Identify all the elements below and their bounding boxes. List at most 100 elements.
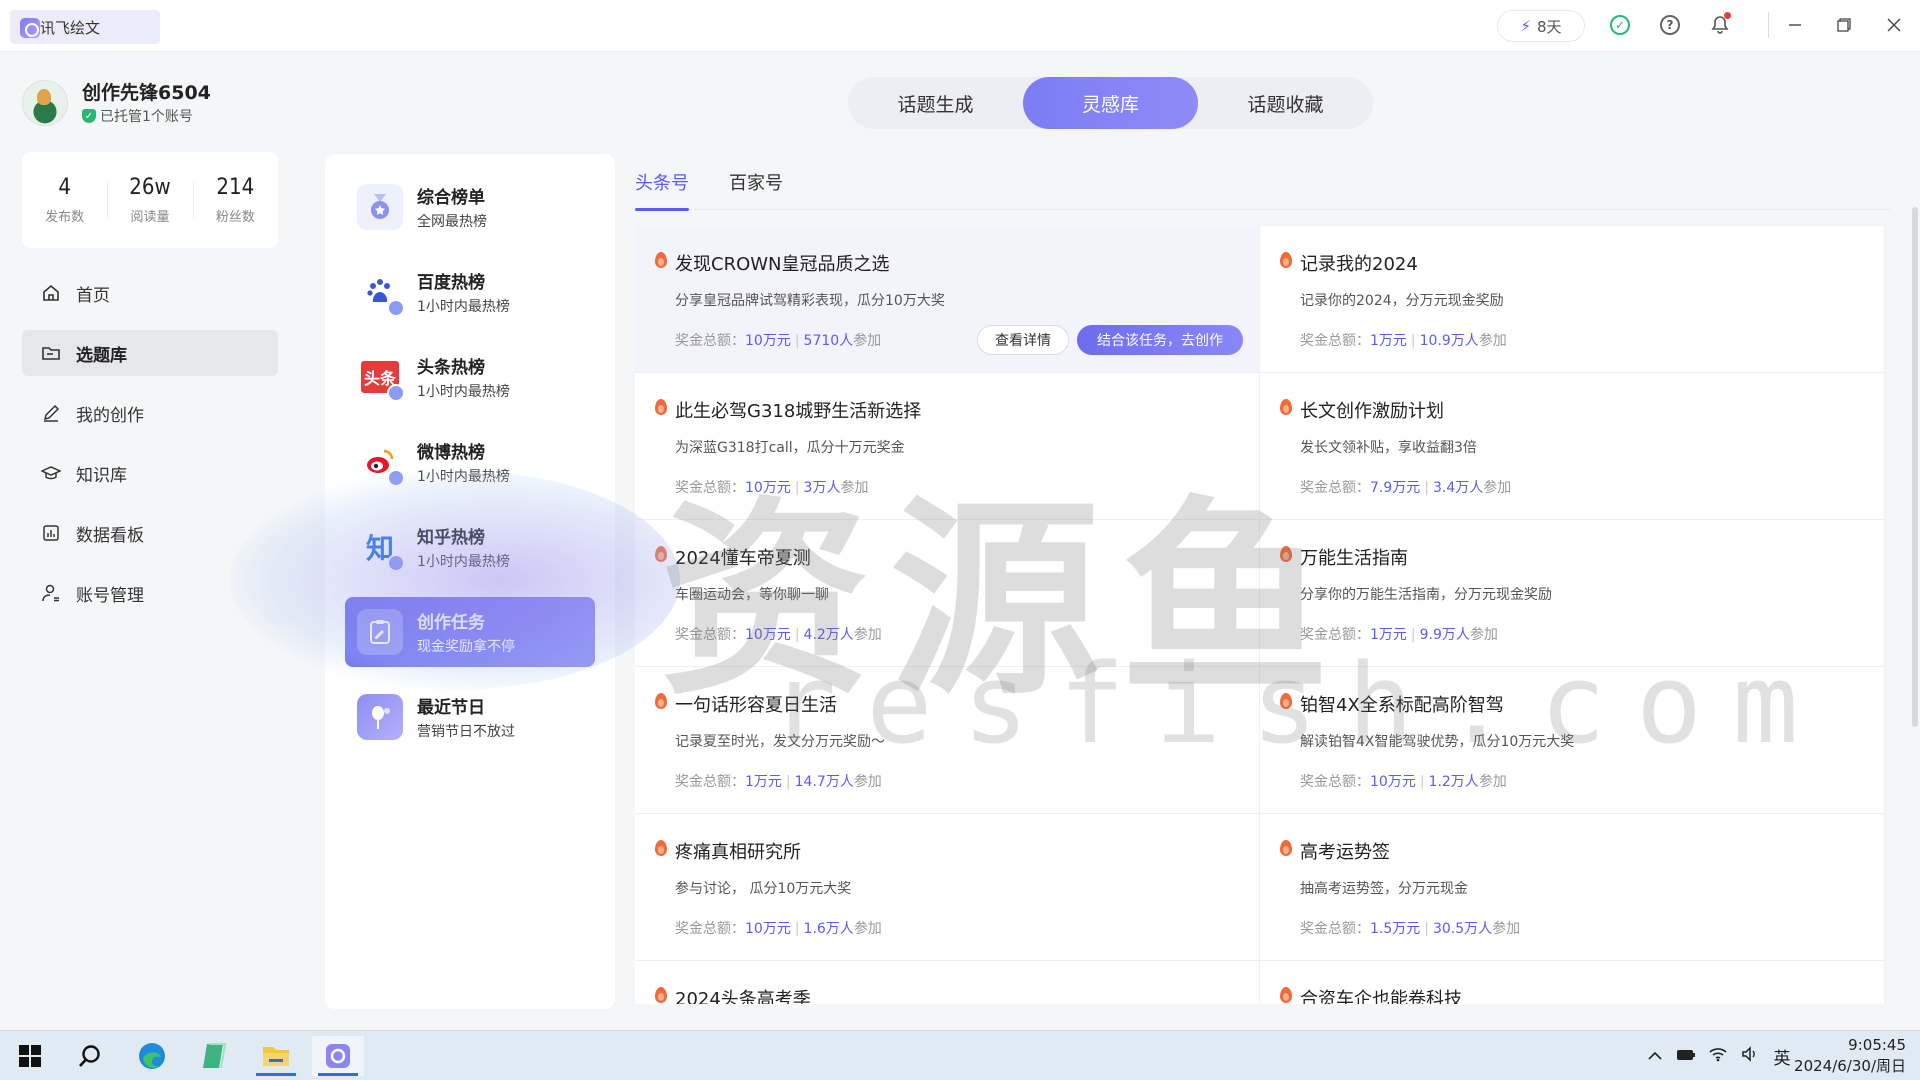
- home-icon: [40, 282, 62, 304]
- check-status-button[interactable]: ✓: [1608, 13, 1632, 37]
- sidebar-item-home[interactable]: 首页: [22, 270, 278, 316]
- category-text: 知乎热榜 1小时内最热榜: [417, 523, 510, 571]
- category-baidu[interactable]: 百度热榜 1小时内最热榜: [345, 257, 595, 327]
- task-card[interactable]: 2024头条高考季: [635, 961, 1260, 1004]
- tab-baijia-account[interactable]: 百家号: [729, 154, 783, 210]
- prize-amount: 1万元: [745, 774, 782, 790]
- create-with-task-button[interactable]: 结合该任务，去创作: [1077, 325, 1243, 355]
- participant-suffix: 参加: [1469, 627, 1498, 643]
- start-button[interactable]: [4, 1036, 56, 1076]
- meta-divider: |: [794, 333, 800, 349]
- taskbar-search-button[interactable]: [64, 1036, 116, 1076]
- category-creative-tasks[interactable]: 创作任务 现金奖励拿不停: [345, 597, 595, 667]
- user-icon: [40, 582, 62, 604]
- hot-badge-icon: [387, 384, 405, 402]
- participant-suffix: 参加: [853, 333, 882, 349]
- wifi-icon[interactable]: [1702, 1046, 1734, 1066]
- task-card[interactable]: 铂智4X全系标配高阶智驾 解读铂智4X智能驾驶优势，瓜分10万元大奖 奖金总额：10…: [1260, 667, 1885, 814]
- platform-tabs: 头条号 百家号: [635, 154, 1890, 211]
- sidebar-item-my-creations[interactable]: 我的创作: [22, 390, 278, 436]
- folder-icon: [40, 342, 62, 364]
- task-card[interactable]: 此生必驾G318城野生活新选择 为深蓝G318打call，瓜分十万元奖金 奖金总额：…: [635, 373, 1260, 520]
- sidebar-item-dashboard[interactable]: 数据看板: [22, 510, 278, 556]
- category-title: 最近节日: [417, 698, 485, 718]
- category-overall[interactable]: 综合榜单 全网最热榜: [345, 172, 595, 242]
- category-title: 微博热榜: [417, 443, 485, 463]
- close-button[interactable]: [1879, 10, 1909, 40]
- app-brand[interactable]: 讯飞绘文: [10, 10, 160, 44]
- flame-icon: [1280, 546, 1292, 562]
- category-text: 最近节日 营销节日不放过: [417, 693, 515, 741]
- task-card[interactable]: 发现CROWN皇冠品质之选 分享皇冠品牌试驾精彩表现，瓜分10万大奖 奖金总额：10…: [635, 226, 1260, 373]
- task-card[interactable]: 长文创作激励计划 发长文领补贴，享收益翻3倍 奖金总额：7.9万元 | 3.4万人参加: [1260, 373, 1885, 520]
- windows-icon: [19, 1045, 41, 1067]
- battery-icon[interactable]: [1670, 1047, 1702, 1065]
- sidebar-item-accounts[interactable]: 账号管理: [22, 570, 278, 616]
- sidebar-item-label: 我的创作: [76, 405, 144, 426]
- flame-icon: [655, 399, 667, 415]
- profile-status-text: 已托管1个账号: [100, 109, 193, 125]
- category-weibo[interactable]: 微博热榜 1小时内最热榜: [345, 427, 595, 497]
- category-subtitle: 1小时内最热榜: [417, 384, 510, 400]
- task-card[interactable]: 高考运势签 抽高考运势签，分万元现金 奖金总额：1.5万元 | 30.5万人参加: [1260, 814, 1885, 961]
- stat-reads: 26w 阅读量: [107, 152, 192, 248]
- task-card-title: 此生必驾G318城野生活新选择: [675, 401, 922, 422]
- task-card-meta: 奖金总额：7.9万元 | 3.4万人参加: [1300, 477, 1511, 497]
- tab-topic-favorites[interactable]: 话题收藏: [1198, 77, 1373, 129]
- meta-divider: |: [794, 480, 800, 496]
- view-details-button[interactable]: 查看详情: [977, 325, 1069, 355]
- prize-label: 奖金总额：: [1300, 774, 1370, 790]
- tab-topic-generation[interactable]: 话题生成: [848, 77, 1023, 129]
- meta-divider: |: [1410, 333, 1416, 349]
- task-card[interactable]: 疼痛真相研究所 参与讨论， 瓜分10万元大奖 奖金总额：10万元 | 1.6万人参加: [635, 814, 1260, 961]
- category-title: 知乎热榜: [417, 528, 485, 548]
- meta-divider: |: [794, 921, 800, 937]
- task-card[interactable]: 一句话形容夏日生活 记录夏至时光，发文分万元奖励～ 奖金总额：1万元 | 14.7万人参…: [635, 667, 1260, 814]
- task-card[interactable]: 万能生活指南 分享你的万能生活指南，分万元现金奖励 奖金总额：1万元 | 9.9万人参加: [1260, 520, 1885, 667]
- help-button[interactable]: ?: [1658, 13, 1682, 37]
- taskbar-notepad-button[interactable]: [188, 1036, 240, 1076]
- participant-suffix: 参加: [853, 921, 882, 937]
- category-text: 微博热榜 1小时内最热榜: [417, 438, 510, 486]
- restore-button[interactable]: [1829, 10, 1859, 40]
- task-card[interactable]: 记录我的2024 记录你的2024，分万元现金奖励 奖金总额：1万元 | 10.9万人参…: [1260, 226, 1885, 373]
- days-label: 8天: [1537, 17, 1562, 36]
- volume-icon[interactable]: [1734, 1046, 1766, 1066]
- prize-amount: 7.9万元: [1370, 480, 1421, 496]
- stat-label: 发布数: [45, 210, 85, 225]
- taskbar-clock[interactable]: 9:05:45 2024/6/30/周日: [1794, 1035, 1906, 1077]
- notification-button[interactable]: [1708, 12, 1732, 37]
- notebook-app-icon: [203, 1043, 227, 1069]
- chevron-up-icon[interactable]: [1640, 1047, 1670, 1065]
- task-card-description: 参与讨论， 瓜分10万元大奖: [675, 881, 852, 897]
- title-bar: 讯飞绘文 ⚡ 8天 ✓ ?: [0, 0, 1920, 52]
- category-zhihu[interactable]: 知 知乎热榜 1小时内最热榜: [345, 512, 595, 582]
- meta-divider: |: [794, 627, 800, 643]
- membership-days-badge[interactable]: ⚡ 8天: [1497, 10, 1585, 42]
- minimize-button[interactable]: [1780, 10, 1810, 40]
- scrollbar[interactable]: [1912, 207, 1918, 727]
- app-window: 讯飞绘文 ⚡ 8天 ✓ ? 创作先锋6504 ✓ 已托管1个账号 4 发布数 2…: [0, 0, 1920, 1030]
- taskbar-edge-button[interactable]: [126, 1036, 178, 1076]
- zhihu-icon: 知: [357, 524, 405, 572]
- participant-suffix: 参加: [1478, 774, 1507, 790]
- task-card[interactable]: 2024懂车帝夏测 车圈运动会，等你聊一聊 奖金总额：10万元 | 4.2万人参加: [635, 520, 1260, 667]
- meta-divider: |: [1419, 774, 1425, 790]
- taskbar-explorer-button[interactable]: [250, 1036, 302, 1076]
- sidebar-item-topic-library[interactable]: 选题库: [22, 330, 278, 376]
- prize-label: 奖金总额：: [675, 333, 745, 349]
- tab-inspiration-library[interactable]: 灵感库: [1023, 77, 1198, 129]
- task-card-description: 车圈运动会，等你聊一聊: [675, 587, 829, 603]
- category-toutiao[interactable]: 头条 头条热榜 1小时内最热榜: [345, 342, 595, 412]
- avatar[interactable]: [22, 80, 68, 126]
- task-card-meta: 奖金总额：1万元 | 10.9万人参加: [1300, 330, 1507, 350]
- taskbar-xunfei-button[interactable]: [312, 1036, 364, 1076]
- category-holidays[interactable]: 最近节日 营销节日不放过: [345, 682, 595, 752]
- task-card[interactable]: 合资车企也能卷科技: [1260, 961, 1885, 1004]
- sidebar-item-knowledge-base[interactable]: 知识库: [22, 450, 278, 496]
- category-title: 百度热榜: [417, 273, 485, 293]
- edge-browser-icon: [139, 1043, 165, 1069]
- tab-toutiao-account[interactable]: 头条号: [635, 154, 689, 211]
- category-subtitle: 1小时内最热榜: [417, 469, 510, 485]
- prize-amount: 1万元: [1370, 627, 1407, 643]
